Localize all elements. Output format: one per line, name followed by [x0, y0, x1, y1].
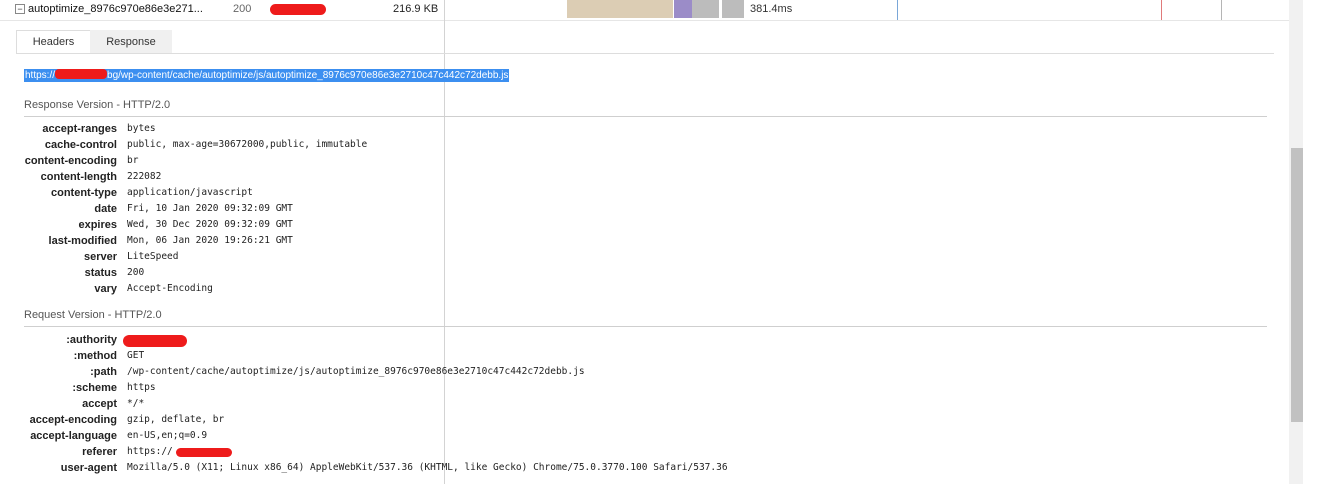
- redacted-domain-mark: [270, 4, 326, 15]
- header-value: Accept-Encoding: [127, 283, 213, 294]
- header-value: */*: [127, 398, 145, 409]
- header-row: last-modified Mon, 06 Jan 2020 19:26:21 G…: [0, 233, 1260, 249]
- header-key: user-agent: [60, 462, 117, 474]
- header-row: :method GET: [0, 348, 1260, 364]
- column-divider: [1221, 0, 1222, 20]
- redacted-host-mark: [55, 69, 108, 79]
- header-key: :method: [73, 350, 117, 362]
- header-key: referer: [82, 446, 117, 458]
- header-row: accept-language en-US,en;q=0.9: [0, 428, 1260, 444]
- url-prefix: https://: [25, 70, 56, 81]
- header-key: accept-encoding: [29, 414, 117, 426]
- collapse-toggle-icon[interactable]: −: [15, 4, 25, 14]
- header-key: cache-control: [44, 139, 117, 151]
- header-key: accept: [82, 398, 117, 410]
- header-value: 222082: [127, 171, 162, 182]
- redacted-referer-mark: [176, 448, 232, 457]
- request-url[interactable]: https:// bg/wp-content/cache/autoptimize/…: [24, 69, 510, 82]
- header-key: accept-ranges: [42, 123, 117, 135]
- header-row: user-agent Mozilla/5.0 (X11; Linux x86_64…: [0, 460, 1260, 476]
- header-key: date: [94, 203, 117, 215]
- header-key: :authority: [66, 334, 117, 346]
- section-divider: [24, 116, 1267, 117]
- tab-response[interactable]: Response: [90, 30, 172, 54]
- request-row[interactable]: − autoptimize_8976c970e86e3e271... 200 2…: [0, 0, 1290, 21]
- tab-headers[interactable]: Headers: [16, 30, 91, 54]
- header-row: content-length 222082: [0, 169, 1260, 185]
- header-key: server: [83, 251, 117, 263]
- header-value: https: [127, 382, 156, 393]
- header-row: status 200: [0, 265, 1260, 281]
- waterfall-download-segment: [722, 0, 744, 18]
- waterfall-connect-segment: [674, 0, 692, 18]
- header-row: content-type application/javascript: [0, 185, 1260, 201]
- header-value: Fri, 10 Jan 2020 09:32:09 GMT: [127, 203, 293, 214]
- load-event-marker: [1161, 0, 1162, 20]
- header-value: https://: [127, 446, 173, 457]
- tab-divider: [16, 53, 1274, 54]
- header-value: public, max-age=30672000,public, immutab…: [127, 139, 368, 150]
- header-row: vary Accept-Encoding: [0, 281, 1260, 297]
- header-value: GET: [127, 350, 145, 361]
- header-value: 200: [127, 267, 145, 278]
- dom-content-loaded-marker: [897, 0, 898, 20]
- header-row: expires Wed, 30 Dec 2020 09:32:09 GMT: [0, 217, 1260, 233]
- header-value: en-US,en;q=0.9: [127, 430, 208, 441]
- header-row: accept-encoding gzip, deflate, br: [0, 412, 1260, 428]
- waterfall-wait-segment: [567, 0, 673, 18]
- header-key: :scheme: [72, 382, 117, 394]
- waterfall-ssl-segment: [692, 0, 719, 18]
- header-key: content-length: [40, 171, 117, 183]
- header-value: bytes: [127, 123, 156, 134]
- header-value: application/javascript: [127, 187, 253, 198]
- header-key: content-type: [51, 187, 117, 199]
- header-key: last-modified: [48, 235, 117, 247]
- request-status: 200: [233, 3, 252, 15]
- response-version-title: Response Version - HTTP/2.0: [24, 99, 171, 111]
- header-value: gzip, deflate, br: [127, 414, 225, 425]
- header-row: accept-ranges bytes: [0, 121, 1260, 137]
- header-value: LiteSpeed: [127, 251, 179, 262]
- url-suffix: bg/wp-content/cache/autoptimize/js/autop…: [107, 70, 509, 81]
- header-row: cache-control public, max-age=30672000,pu…: [0, 137, 1260, 153]
- header-value: br: [127, 155, 139, 166]
- section-divider: [24, 326, 1267, 327]
- request-version-title: Request Version - HTTP/2.0: [24, 309, 162, 321]
- header-row: accept */*: [0, 396, 1260, 412]
- header-row: server LiteSpeed: [0, 249, 1260, 265]
- header-row: :path/wp-content/cache/autoptimize/js/au…: [0, 364, 1260, 380]
- header-value: Mozilla/5.0 (X11; Linux x86_64) AppleWeb…: [127, 462, 728, 473]
- request-name[interactable]: autoptimize_8976c970e86e3e271...: [28, 3, 203, 15]
- header-key: vary: [94, 283, 117, 295]
- header-key: status: [84, 267, 117, 279]
- header-key: content-encoding: [24, 155, 117, 167]
- header-row: :authority: [0, 332, 1260, 348]
- header-row: date Fri, 10 Jan 2020 09:32:09 GMT: [0, 201, 1260, 217]
- redacted-authority-mark: [123, 335, 187, 347]
- request-size: 216.9 KB: [393, 3, 439, 15]
- header-key: :path: [90, 366, 117, 378]
- header-value: Wed, 30 Dec 2020 09:32:09 GMT: [127, 219, 293, 230]
- header-value: /wp-content/cache/autoptimize/js/autopti…: [127, 366, 585, 377]
- request-time: 381.4ms: [750, 3, 793, 15]
- header-row: :scheme https: [0, 380, 1260, 396]
- header-value: Mon, 06 Jan 2020 19:26:21 GMT: [127, 235, 293, 246]
- header-key: accept-language: [30, 430, 117, 442]
- header-row: content-encoding br: [0, 153, 1260, 169]
- header-key: expires: [78, 219, 117, 231]
- scrollbar-thumb[interactable]: [1291, 148, 1303, 422]
